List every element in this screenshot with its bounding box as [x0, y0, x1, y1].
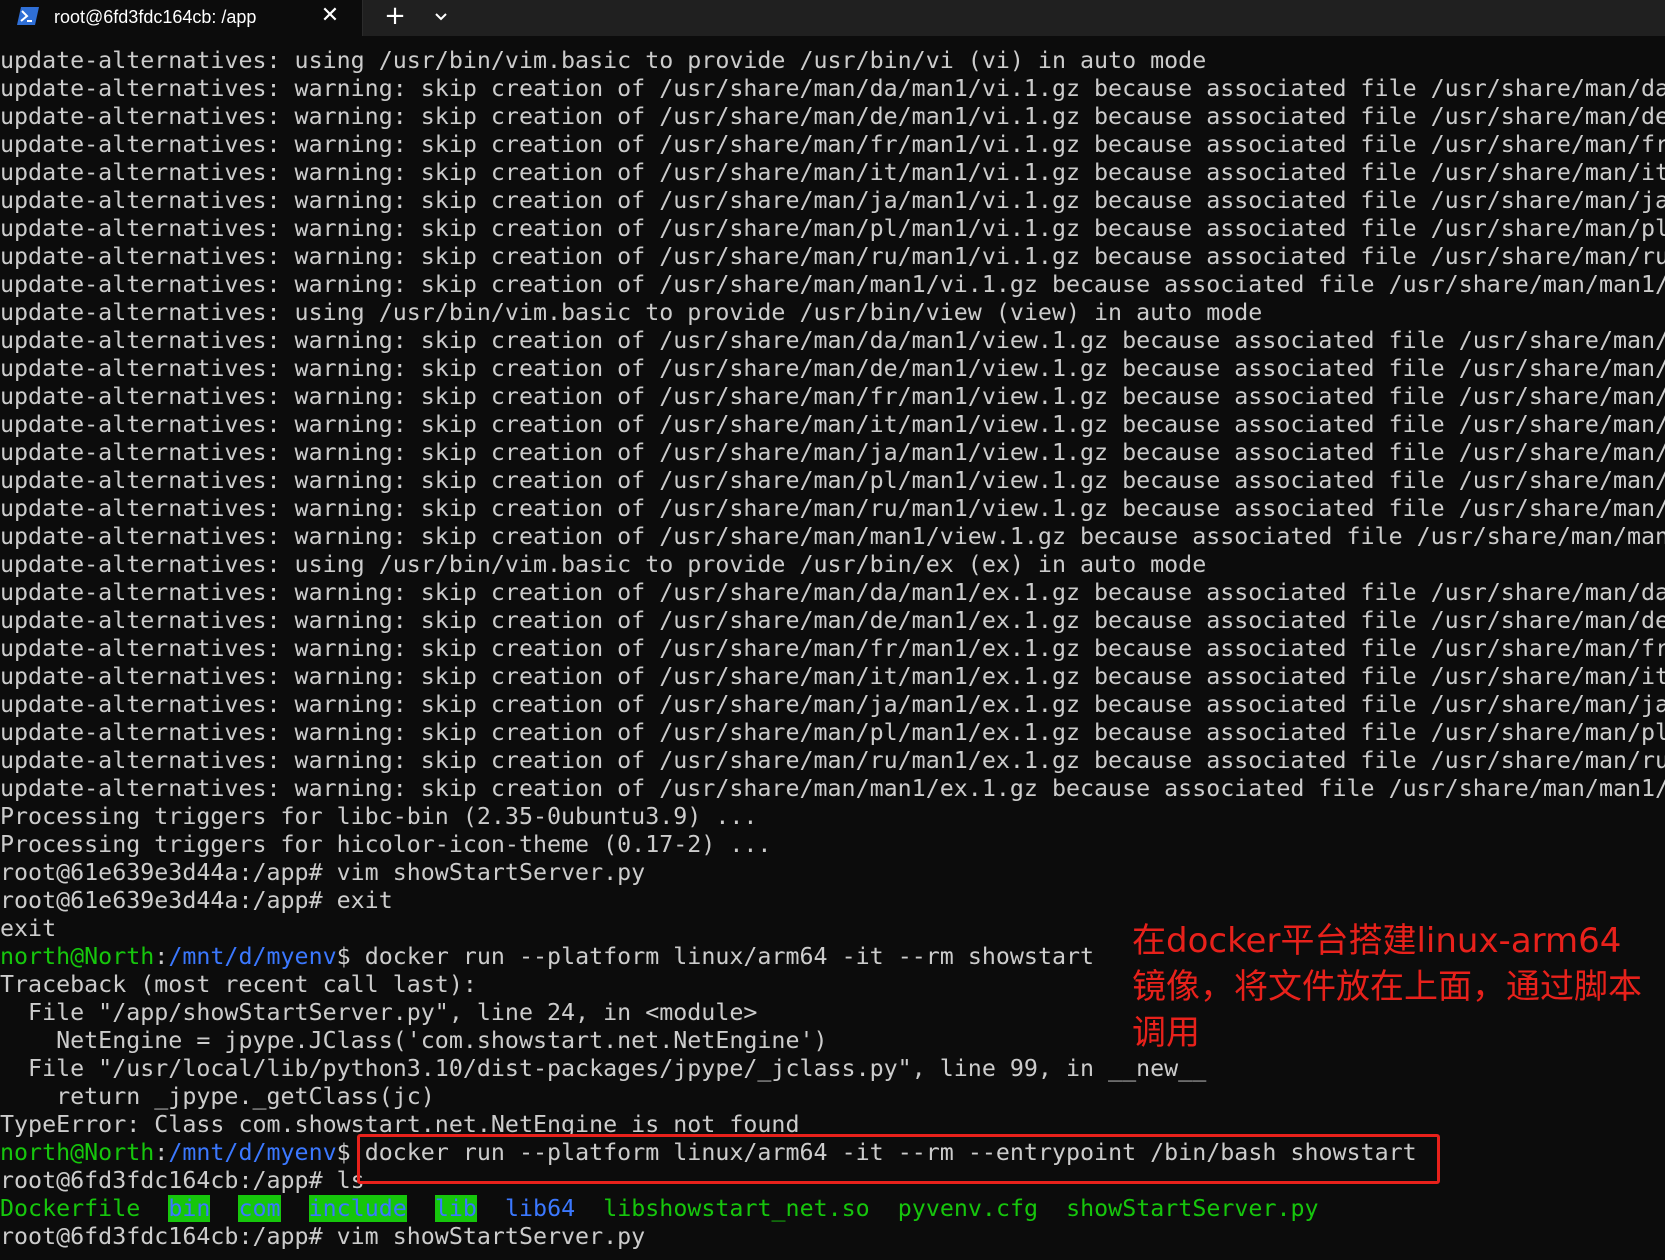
prompt-separator: :	[154, 943, 169, 970]
output-line: update-alternatives: warning: skip creat…	[0, 327, 1665, 354]
output-line: update-alternatives: warning: skip creat…	[0, 579, 1665, 606]
traceback-line: Traceback (most recent call last):	[0, 971, 477, 998]
output-line: update-alternatives: warning: skip creat…	[0, 607, 1665, 634]
prompt-dollar: $	[336, 943, 365, 970]
new-tab-button[interactable]: +	[380, 2, 410, 30]
output-line: update-alternatives: using /usr/bin/vim.…	[0, 47, 1207, 74]
terminal-tab[interactable]: root@6fd3fdc164cb: /app ✕	[0, 0, 363, 36]
prompt-user-host: north@North	[0, 1139, 155, 1166]
output-line: update-alternatives: using /usr/bin/vim.…	[0, 551, 1207, 578]
ls-entry-lib64: lib64	[505, 1195, 576, 1222]
output-line: update-alternatives: warning: skip creat…	[0, 691, 1665, 718]
output-line: update-alternatives: warning: skip creat…	[0, 355, 1665, 382]
prompt-path: /mnt/d/myenv	[168, 943, 337, 970]
ls-entry-com: com	[238, 1195, 281, 1222]
title-bar: root@6fd3fdc164cb: /app ✕ +	[0, 0, 1665, 36]
prompt-user-host: north@North	[0, 943, 155, 970]
ls-entry-so: libshowstart_net.so	[603, 1195, 870, 1222]
output-line: update-alternatives: warning: skip creat…	[0, 131, 1665, 158]
output-line: update-alternatives: warning: skip creat…	[0, 635, 1665, 662]
traceback-line: File "/app/showStartServer.py", line 24,…	[0, 999, 758, 1026]
output-line: update-alternatives: warning: skip creat…	[0, 271, 1665, 298]
output-line: update-alternatives: warning: skip creat…	[0, 663, 1665, 690]
output-line: update-alternatives: warning: skip creat…	[0, 411, 1665, 438]
highlight-box	[357, 1134, 1440, 1184]
terminal-output[interactable]: update-alternatives: using /usr/bin/vim.…	[0, 47, 1665, 1260]
traceback-line: File "/usr/local/lib/python3.10/dist-pac…	[0, 1055, 1207, 1082]
ls-prompt-line: root@6fd3fdc164cb:/app# ls	[0, 1167, 365, 1194]
last-prompt-line: root@6fd3fdc164cb:/app# vim showStartSer…	[0, 1223, 646, 1250]
output-line: root@61e639e3d44a:/app# vim showStartSer…	[0, 859, 646, 886]
output-line: exit	[0, 915, 57, 942]
ls-entry-include: include	[308, 1195, 407, 1222]
output-line: update-alternatives: warning: skip creat…	[0, 523, 1665, 550]
output-line: update-alternatives: warning: skip creat…	[0, 187, 1665, 214]
output-line: update-alternatives: warning: skip creat…	[0, 495, 1665, 522]
prompt-separator: :	[154, 1139, 169, 1166]
prompt-command: docker run --platform linux/arm64 -it --…	[364, 943, 1095, 970]
output-line: root@61e639e3d44a:/app# exit	[0, 887, 393, 914]
annotation-text: 在docker平台搭建linux-arm64镜像，将文件放在上面，通过脚本调用	[1132, 921, 1642, 1053]
ls-entry-dockerfile: Dockerfile	[0, 1195, 141, 1222]
tab-close-icon[interactable]: ✕	[316, 2, 344, 30]
ls-entry-cfg: pyvenv.cfg	[897, 1195, 1039, 1222]
prompt-line-docker-run: north@North:/mnt/d/myenv$ docker run --p…	[0, 943, 1094, 971]
prompt-path: /mnt/d/myenv	[168, 1139, 337, 1166]
output-line: update-alternatives: warning: skip creat…	[0, 75, 1665, 102]
ls-entry-bin: bin	[168, 1195, 211, 1222]
traceback-line: NetEngine = jpype.JClass('com.showstart.…	[0, 1027, 828, 1054]
output-line: update-alternatives: warning: skip creat…	[0, 383, 1665, 410]
ls-entry-py: showStartServer.py	[1066, 1195, 1319, 1222]
output-line: update-alternatives: warning: skip creat…	[0, 719, 1665, 746]
traceback-line: return _jpype._getClass(jc)	[0, 1083, 435, 1110]
output-line: update-alternatives: using /usr/bin/vim.…	[0, 299, 1263, 326]
output-line: update-alternatives: warning: skip creat…	[0, 243, 1665, 270]
output-line: update-alternatives: warning: skip creat…	[0, 775, 1665, 802]
output-line: update-alternatives: warning: skip creat…	[0, 439, 1665, 466]
output-line: update-alternatives: warning: skip creat…	[0, 747, 1665, 774]
output-line: Processing triggers for hicolor-icon-the…	[0, 831, 772, 858]
output-line: update-alternatives: warning: skip creat…	[0, 215, 1665, 242]
chevron-down-icon[interactable]	[428, 4, 454, 30]
tab-title: root@6fd3fdc164cb: /app	[54, 7, 257, 27]
output-line: Processing triggers for libc-bin (2.35-0…	[0, 803, 758, 830]
output-line: update-alternatives: warning: skip creat…	[0, 103, 1665, 130]
ls-output-line: Dockerfile bin com include lib lib64 lib…	[0, 1195, 1319, 1223]
powershell-terminal-icon	[17, 7, 39, 25]
output-line: update-alternatives: warning: skip creat…	[0, 159, 1665, 186]
output-line: update-alternatives: warning: skip creat…	[0, 467, 1665, 494]
ls-entry-lib: lib	[434, 1195, 477, 1222]
